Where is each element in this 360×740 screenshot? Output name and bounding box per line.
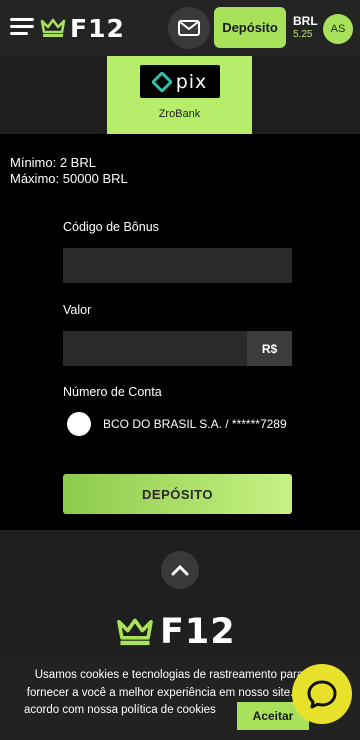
balance-display: BRL 5.25 bbox=[293, 15, 318, 41]
amount-field: R$ bbox=[63, 331, 292, 366]
pix-logo-text: pix bbox=[175, 70, 208, 93]
chevron-up-icon bbox=[171, 564, 189, 576]
min-limit: Mínimo: 2 BRL bbox=[10, 155, 96, 170]
crown-icon bbox=[40, 18, 66, 37]
brand-logo[interactable]: F12 bbox=[40, 13, 125, 43]
amount-input[interactable] bbox=[63, 331, 247, 366]
payment-method-name: ZroBank bbox=[158, 108, 201, 120]
deposit-submit-button[interactable]: DEPÓSITO bbox=[63, 474, 292, 514]
deposit-limits: Mínimo: 2 BRL Máximo: 50000 BRL bbox=[10, 155, 128, 187]
logo-text: F12 bbox=[70, 13, 125, 43]
chat-button[interactable] bbox=[292, 664, 352, 724]
account-number-label: Número de Conta bbox=[63, 385, 162, 399]
header-deposit-button[interactable]: Depósito bbox=[214, 7, 286, 48]
footer-logo-text: F12 bbox=[160, 612, 236, 652]
bonus-code-label: Código de Bônus bbox=[63, 220, 159, 234]
deposit-form: Código de Bônus Valor R$ Número de Conta… bbox=[63, 220, 292, 514]
account-option-label: BCO DO BRASIL S.A. / ******7289 bbox=[103, 417, 287, 431]
avatar[interactable]: AS bbox=[323, 14, 353, 44]
cookie-text-line: Usamos cookies e tecnologias de rastream… bbox=[34, 669, 304, 681]
mail-icon bbox=[178, 20, 200, 36]
top-header: F12 Depósito BRL 5.25 AS bbox=[0, 0, 360, 56]
currency-suffix: R$ bbox=[247, 331, 292, 366]
currency-code: BRL bbox=[293, 14, 318, 28]
scroll-top-button[interactable] bbox=[161, 551, 199, 589]
menu-icon[interactable] bbox=[10, 18, 34, 36]
account-option[interactable]: BCO DO BRASIL S.A. / ******7289 bbox=[63, 412, 292, 436]
messages-button[interactable] bbox=[168, 7, 210, 49]
payment-method-pix[interactable]: pix ZroBank bbox=[107, 56, 252, 134]
crown-icon bbox=[117, 618, 153, 646]
bonus-code-input[interactable] bbox=[63, 248, 292, 283]
balance-amount: 5.25 bbox=[293, 29, 313, 40]
footer-logo: F12 bbox=[116, 612, 236, 652]
chat-bubble-icon bbox=[307, 680, 337, 709]
account-radio[interactable] bbox=[67, 412, 91, 436]
pix-logo: pix bbox=[139, 65, 220, 98]
payment-methods-bar: pix ZroBank bbox=[0, 56, 360, 134]
max-limit: Máximo: 50000 BRL bbox=[10, 171, 128, 186]
cookie-text-line: fornecer a você a melhor experiência em … bbox=[26, 686, 312, 699]
amount-label: Valor bbox=[63, 303, 92, 317]
pix-diamond-icon bbox=[151, 71, 172, 92]
